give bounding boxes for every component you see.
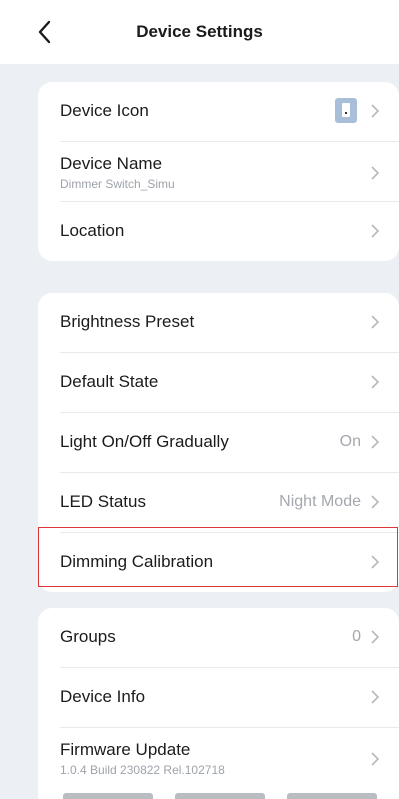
bottom-nav-indicator — [287, 793, 377, 799]
chevron-right-icon — [371, 752, 380, 766]
row-label: Dimming Calibration — [60, 552, 214, 571]
default-state-row[interactable]: Default State — [60, 353, 399, 413]
dimming-calibration-row[interactable]: Dimming Calibration — [60, 533, 399, 592]
settings-group-info: Groups 0 Device Info Firmware Update 1.0… — [38, 608, 399, 799]
groups-count: 0 — [352, 628, 361, 645]
firmware-version: 1.0.4 Build 230822 Rel.102718 — [60, 763, 225, 777]
bottom-nav-indicator — [63, 793, 153, 799]
device-name-value: Dimmer Switch_Simu — [60, 177, 175, 191]
row-label: Default State — [60, 372, 159, 391]
row-label: Brightness Preset — [60, 312, 195, 331]
settings-group-light: Brightness Preset Default State Light On… — [38, 293, 399, 592]
row-label: Location — [60, 221, 125, 240]
led-status-value: Night Mode — [279, 493, 361, 510]
row-label: Device Info — [60, 687, 146, 706]
row-label: Firmware Update — [60, 740, 191, 759]
chevron-right-icon — [371, 315, 380, 329]
chevron-right-icon — [371, 630, 380, 644]
chevron-right-icon — [371, 375, 380, 389]
bottom-nav-indicator — [175, 793, 265, 799]
light-gradually-row[interactable]: Light On/Off Gradually On — [60, 413, 399, 473]
device-icon-row[interactable]: Device Icon — [60, 82, 399, 142]
led-status-row[interactable]: LED Status Night Mode — [60, 473, 399, 533]
row-label: Device Name — [60, 154, 163, 173]
row-label: LED Status — [60, 492, 146, 511]
chevron-right-icon — [371, 555, 380, 569]
chevron-right-icon — [371, 166, 380, 180]
brightness-preset-row[interactable]: Brightness Preset — [60, 293, 399, 353]
device-info-row[interactable]: Device Info — [60, 668, 399, 728]
chevron-right-icon — [371, 224, 380, 238]
location-row[interactable]: Location — [60, 202, 399, 261]
device-name-row[interactable]: Device Name Dimmer Switch_Simu — [60, 142, 399, 202]
top-bar: Device Settings — [0, 0, 399, 64]
row-label: Device Icon — [60, 101, 149, 120]
row-label: Light On/Off Gradually — [60, 432, 229, 451]
chevron-right-icon — [371, 435, 380, 449]
row-label: Groups — [60, 627, 116, 646]
firmware-update-row[interactable]: Firmware Update 1.0.4 Build 230822 Rel.1… — [60, 728, 399, 787]
page-title: Device Settings — [136, 22, 263, 41]
chevron-right-icon — [371, 495, 380, 509]
device-switch-icon — [335, 98, 357, 123]
light-gradually-value: On — [339, 433, 361, 450]
groups-row[interactable]: Groups 0 — [60, 608, 399, 668]
chevron-right-icon — [371, 690, 380, 704]
settings-group-basic: Device Icon Device Name Dimmer Switch_Si… — [38, 82, 399, 261]
chevron-right-icon — [371, 104, 380, 118]
